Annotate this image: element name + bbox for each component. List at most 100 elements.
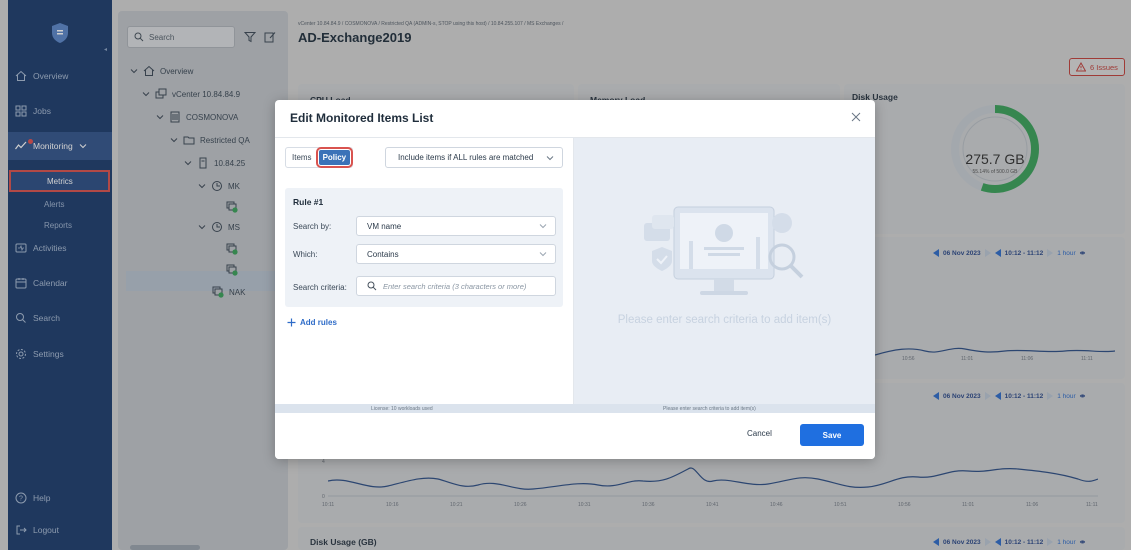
tree-row-ms[interactable]: MS — [198, 221, 240, 233]
nav-sub-reports[interactable]: Reports — [8, 214, 112, 236]
issues-button[interactable]: 6 Issues — [1069, 58, 1125, 76]
tree-row-vcenter[interactable]: vCenter 10.84.84.9 — [142, 88, 240, 100]
tree-row-vm[interactable] — [226, 201, 238, 213]
time-range-control[interactable]: 06 Nov 2023 10:12 - 11:12 1 hour ⇹ — [933, 538, 1085, 546]
nav-label: Logout — [33, 525, 59, 535]
next-arrow-icon[interactable] — [1047, 392, 1054, 400]
search-by-select[interactable]: VM name — [356, 216, 556, 236]
x-tick: 10:36 — [642, 502, 655, 508]
x-tick: 10:16 — [386, 502, 399, 508]
time-range: 10:12 - 11:12 — [1004, 249, 1044, 257]
time-range: 10:12 - 11:12 — [1004, 392, 1044, 400]
nav-label: Jobs — [33, 106, 51, 116]
nav-sub-label: Metrics — [47, 176, 73, 186]
cancel-button[interactable]: Cancel — [747, 429, 772, 438]
next-arrow-icon[interactable] — [984, 249, 991, 257]
edit-icon[interactable] — [264, 31, 276, 43]
time-range-control[interactable]: 06 Nov 2023 10:12 - 11:12 1 hour ⇹ — [933, 249, 1085, 257]
chevron-down-icon — [156, 115, 164, 120]
rule-card: Rule #1 Search by: VM name Which: Contai… — [285, 188, 563, 307]
nav-item-help[interactable]: ? Help — [8, 486, 112, 510]
chevron-down-icon — [198, 184, 206, 189]
nav-item-activities[interactable]: Activities — [8, 236, 112, 260]
rule-match-select[interactable]: Include items if ALL rules are matched — [385, 147, 563, 168]
time-range-control[interactable]: 06 Nov 2023 10:12 - 11:12 1 hour ⇹ — [933, 392, 1085, 400]
next-arrow-icon[interactable] — [1047, 538, 1054, 546]
tree-search-input[interactable]: Search — [127, 26, 235, 48]
prev-arrow-icon[interactable] — [994, 538, 1001, 546]
nav-sub-label: Reports — [44, 220, 73, 230]
tree-row-label: MS — [228, 222, 240, 232]
chevron-down-icon — [130, 69, 138, 74]
zoom-icon[interactable]: ⇹ — [1080, 249, 1085, 257]
svg-text:?: ? — [19, 496, 23, 503]
next-arrow-icon[interactable] — [984, 538, 991, 546]
y-tick: 0 — [322, 494, 325, 500]
time-period[interactable]: 1 hour — [1057, 250, 1075, 257]
save-button[interactable]: Save — [800, 424, 864, 446]
next-arrow-icon[interactable] — [1047, 249, 1054, 257]
tree-row-mk[interactable]: MK — [198, 180, 240, 192]
prev-arrow-icon[interactable] — [933, 249, 939, 257]
nav-sub-metrics[interactable]: Metrics — [9, 170, 110, 192]
nav-item-jobs[interactable]: Jobs — [8, 99, 112, 123]
next-arrow-icon[interactable] — [984, 392, 991, 400]
tree-row-vm[interactable] — [226, 243, 238, 255]
tree-row-vm[interactable] — [226, 264, 238, 276]
prev-arrow-icon[interactable] — [933, 392, 939, 400]
pulse-icon — [15, 141, 27, 150]
close-icon[interactable] — [851, 112, 861, 122]
vm-icon — [226, 243, 238, 255]
shield-logo-icon — [52, 23, 68, 43]
zoom-icon[interactable]: ⇹ — [1080, 538, 1085, 546]
search-by-label: Search by: — [293, 222, 332, 231]
chevron-down-icon — [198, 225, 206, 230]
prev-arrow-icon[interactable] — [994, 249, 1001, 257]
card-title: Disk Usage (GB) — [310, 537, 377, 547]
tree-row-datacenter[interactable]: COSMONOVA — [156, 111, 238, 123]
x-tick: 11:01 — [962, 502, 975, 508]
chevron-down-icon — [142, 92, 150, 97]
add-rules-button[interactable]: Add rules — [287, 318, 337, 327]
edit-monitored-items-dialog: Edit Monitored Items List Items Policy I… — [275, 100, 875, 459]
nav-item-monitoring[interactable]: Monitoring — [8, 132, 112, 160]
time-period[interactable]: 1 hour — [1057, 393, 1075, 400]
zoom-icon[interactable]: ⇹ — [1080, 392, 1085, 400]
search-criteria-input[interactable]: Enter search criteria (3 characters or m… — [356, 276, 556, 296]
x-tick: 11:06 — [1021, 356, 1034, 362]
nav-item-overview[interactable]: Overview — [8, 64, 112, 88]
collapse-nav-icon[interactable]: ◂ — [104, 46, 107, 53]
tree-row-host[interactable]: 10.84.25 — [184, 157, 245, 169]
nav-item-search[interactable]: Search — [8, 306, 112, 330]
tree-scrollbar[interactable] — [130, 545, 200, 550]
x-tick: 11:11 — [1081, 356, 1093, 362]
filter-icon[interactable] — [244, 31, 256, 43]
breadcrumb[interactable]: vCenter 10.84.84.9 / COSMONOVA / Restric… — [298, 21, 563, 27]
tab-items[interactable]: Items — [288, 150, 316, 165]
disk-usage-value: 275.7 GB — [965, 151, 1025, 167]
resource-pool-icon — [212, 181, 222, 191]
tree-row-nak[interactable]: NAK — [212, 286, 245, 298]
nav-label: Help — [33, 493, 51, 503]
y-tick: 4 — [322, 459, 325, 465]
chevron-down-icon — [170, 138, 178, 143]
nav-item-logout[interactable]: Logout — [8, 518, 112, 542]
gear-icon — [16, 349, 26, 359]
tab-policy[interactable]: Policy — [315, 147, 354, 168]
nav-item-settings[interactable]: Settings — [8, 342, 112, 366]
page-title: AD-Exchange2019 — [298, 30, 412, 45]
tree-row-label: NAK — [229, 287, 246, 297]
items-policy-tabs: Items Policy — [285, 147, 354, 168]
tree-row-folder[interactable]: Restricted QA — [170, 134, 250, 146]
tree-row-overview[interactable]: Overview — [130, 65, 193, 77]
nav-item-calendar[interactable]: Calendar — [8, 271, 112, 295]
nav-sub-alerts[interactable]: Alerts — [8, 193, 112, 215]
which-select[interactable]: Contains — [356, 244, 556, 264]
datacenter-icon — [170, 111, 180, 123]
disk-usage-gauge — [951, 105, 1039, 193]
time-period[interactable]: 1 hour — [1057, 539, 1075, 546]
prev-arrow-icon[interactable] — [933, 538, 939, 546]
home-icon — [15, 70, 27, 81]
prev-arrow-icon[interactable] — [994, 392, 1001, 400]
host-icon — [199, 157, 207, 169]
